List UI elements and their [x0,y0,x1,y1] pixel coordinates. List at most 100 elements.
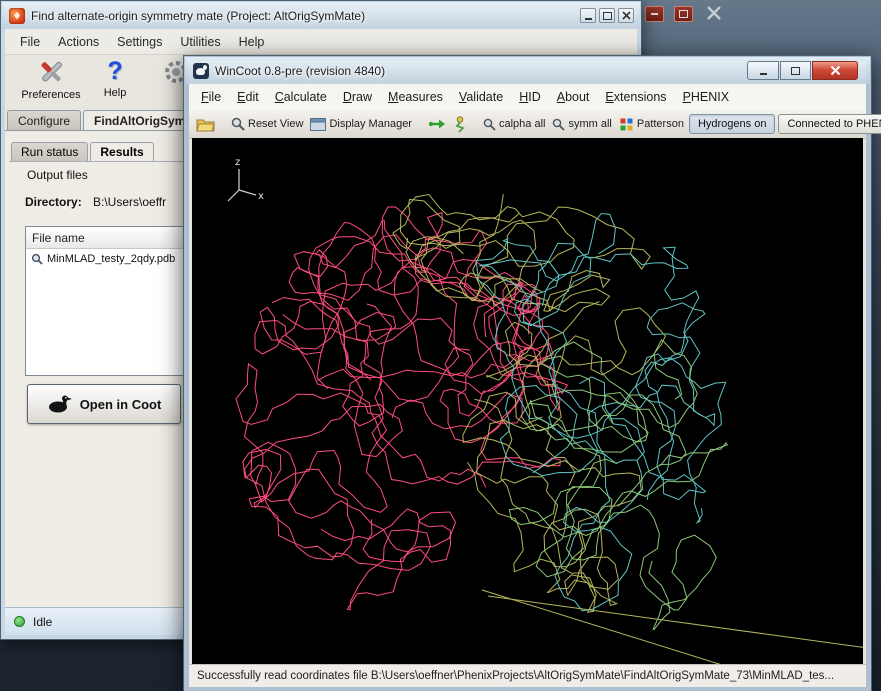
maximize-icon [791,67,800,75]
folder-open-icon [196,117,215,132]
phenix-window-title: Find alternate-origin symmetry mate (Pro… [31,9,365,23]
display-manager-button[interactable]: Display Manager [308,116,414,133]
calpha-all-label: calpha all [499,118,545,130]
open-in-coot-button[interactable]: Open in Coot [27,384,181,424]
magnifier-icon [31,253,43,265]
phenix-titlebar[interactable]: Find alternate-origin symmetry mate (Pro… [2,2,640,29]
menu-about[interactable]: About [549,90,598,104]
menu-phenix[interactable]: PHENIX [675,90,738,104]
patterson-icon [619,117,634,132]
background-window-close-icon[interactable] [705,4,723,22]
axis-z-label: z [235,157,240,168]
go-to-residue-button[interactable] [451,114,469,135]
magnifier-icon [231,117,245,131]
phenix-minimize-button[interactable] [580,8,596,23]
symm-all-button[interactable]: symm all [550,116,613,133]
tab-configure[interactable]: Configure [7,110,81,130]
menu-actions[interactable]: Actions [49,35,108,49]
tab-results[interactable]: Results [90,142,153,161]
wincoot-window: WinCoot 0.8-pre (revision 4840) File Edi… [183,55,872,691]
axes-gizmo: z x [228,157,264,202]
directory-value: B:\Users\oeffr [93,195,166,209]
phenix-app-icon [9,8,25,24]
help-icon: ? [107,57,122,85]
green-arrow-icon [428,116,446,132]
menu-help[interactable]: Help [230,35,274,49]
help-label: Help [104,87,127,99]
patterson-button[interactable]: Patterson [617,115,686,134]
menu-extensions[interactable]: Extensions [597,90,674,104]
open-coordinates-button[interactable] [194,115,217,134]
pink-molecule-trace [243,313,451,610]
phenix-subtab-bar: Run status Results [11,139,156,161]
background-window-maximize-button[interactable] [674,6,693,22]
wincoot-titlebar[interactable]: WinCoot 0.8-pre (revision 4840) [185,57,870,84]
molecule-canvas[interactable]: z x [192,138,863,664]
background-window-minimize-button[interactable] [645,6,664,22]
wincoot-maximize-button[interactable] [780,61,811,80]
reset-view-label: Reset View [248,118,303,130]
wincoot-close-button[interactable] [812,61,858,80]
menu-settings[interactable]: Settings [108,35,171,49]
close-icon [622,11,631,20]
display-manager-icon [310,118,326,131]
minimize-icon [760,73,767,75]
molecule-viewport[interactable]: z x [192,138,863,664]
pink-molecule-trace [255,235,486,488]
help-button[interactable]: ? Help [89,57,141,99]
tab-run-status[interactable]: Run status [11,142,88,161]
menu-file[interactable]: File [11,35,49,49]
menu-draw[interactable]: Draw [335,90,380,104]
cell-edge-line [488,596,863,650]
output-files-label: Output files [27,168,88,182]
calpha-all-button[interactable]: calpha all [481,116,547,133]
wincoot-app-icon [193,63,209,79]
cell-edge-line [482,590,863,664]
preferences-label: Preferences [21,89,80,101]
wincoot-toolbar: Reset View Display Manager [189,110,866,139]
molecule-traces [236,194,863,664]
close-icon [830,65,841,76]
reset-view-button[interactable]: Reset View [229,115,305,133]
phenix-status-text: Idle [33,615,52,629]
minimize-icon [585,18,592,20]
patterson-label: Patterson [637,118,684,130]
menu-file[interactable]: File [193,90,229,104]
menu-validate[interactable]: Validate [451,90,511,104]
wincoot-minimize-button[interactable] [747,61,779,80]
olive-molecule-right-trace [487,302,666,431]
wincoot-statusbar: Successfully read coordinates file B:\Us… [189,664,866,687]
magnifier-icon [483,118,496,131]
wincoot-menubar: File Edit Calculate Draw Measures Valida… [189,84,866,111]
menu-edit[interactable]: Edit [229,90,267,104]
desktop: Find alternate-origin symmetry mate (Pro… [0,0,881,691]
directory-label: Directory: [25,195,82,209]
axis-x-label: x [258,191,264,202]
phenix-window-controls [580,8,634,23]
status-ok-icon [14,616,25,627]
file-name: MinMLAD_testy_2qdy.pdb [47,253,175,265]
menu-calculate[interactable]: Calculate [267,90,335,104]
magnifier-icon [552,118,565,131]
maximize-icon [679,10,688,18]
wincoot-window-controls [747,61,858,80]
menu-measures[interactable]: Measures [380,90,451,104]
symm-all-label: symm all [568,118,611,130]
wincoot-window-title: WinCoot 0.8-pre (revision 4840) [215,64,385,78]
connected-to-phenix-button[interactable]: Connected to PHENIX [778,114,881,134]
wincoot-status-text: Successfully read coordinates file B:\Us… [197,670,834,682]
green-molecule-trace [536,459,716,629]
menu-hid[interactable]: HID [511,90,549,104]
pink-molecule-trace [294,221,560,485]
phenix-menubar: File Actions Settings Utilities Help [5,29,637,55]
tools-icon [36,57,66,87]
phenix-maximize-button[interactable] [599,8,615,23]
open-in-coot-label: Open in Coot [80,397,162,412]
hydrogens-on-toggle[interactable]: Hydrogens on [689,114,776,134]
coot-bird-icon [47,394,73,414]
menu-utilities[interactable]: Utilities [171,35,229,49]
display-manager-label: Display Manager [329,118,412,130]
go-to-atom-button[interactable] [426,114,448,134]
phenix-close-button[interactable] [618,8,634,23]
preferences-button[interactable]: Preferences [9,57,93,101]
